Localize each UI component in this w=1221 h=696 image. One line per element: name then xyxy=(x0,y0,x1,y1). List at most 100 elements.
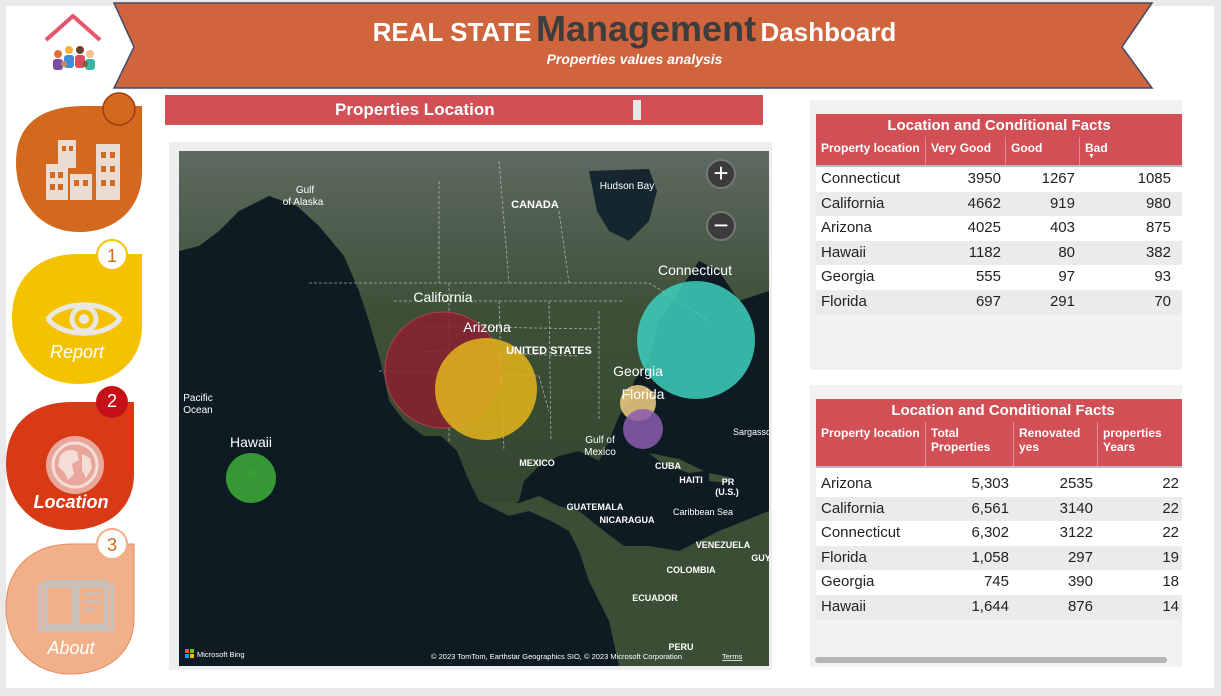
geo-label-ecuador: ECUADOR xyxy=(632,593,678,603)
table-cell: 291 xyxy=(1049,292,1075,310)
map-zoom-out-button[interactable]: − xyxy=(706,211,736,241)
nav-home-button[interactable] xyxy=(14,92,146,234)
properties-map[interactable]: Gulf of Alaska CANADA Hudson Bay UNITED … xyxy=(179,151,769,666)
table-cell: 919 xyxy=(1049,194,1075,212)
table-2-horizontal-scrollbar[interactable] xyxy=(815,657,1167,663)
geo-label-gulf-of-alaska: Gulf xyxy=(296,185,315,196)
nav-report-button[interactable]: 1 Report xyxy=(10,238,144,386)
table-cell: 1182 xyxy=(968,243,1001,261)
table-row[interactable]: Arizona 5,303 2535 22 xyxy=(816,472,1182,497)
bubble-label-connecticut: Connecticut xyxy=(658,262,732,278)
table-cell: 19 xyxy=(1162,548,1179,566)
nav-location-button[interactable]: 2 Location xyxy=(4,384,138,532)
table-cell: 22 xyxy=(1162,524,1179,542)
table-cell: 5,303 xyxy=(971,475,1009,492)
geo-label-hudson-bay: Hudson Bay xyxy=(600,181,654,192)
bubble-label-georgia: Georgia xyxy=(613,363,663,379)
table-cell: 3950 xyxy=(967,170,1001,187)
title-part-real-state: REAL STATE xyxy=(372,17,532,47)
table-2-header: Property location Total Properties Renov… xyxy=(816,422,1182,468)
header-banner: REAL STATE Management Dashboard Properti… xyxy=(112,2,1157,90)
globe-icon xyxy=(46,436,104,494)
table-1-body: Connecticut 3950 1267 1085 California 4662 919… xyxy=(816,167,1182,315)
table-cell: 97 xyxy=(1058,268,1075,286)
buildings-icon xyxy=(46,140,120,200)
geo-label-united-states: UNITED STATES xyxy=(506,345,592,357)
conditional-facts-table-1: Location and Conditional Facts Property … xyxy=(810,100,1182,370)
table-cell: 1267 xyxy=(1041,170,1075,187)
table-1-header-good[interactable]: Good xyxy=(1006,137,1080,165)
table-row[interactable]: Georgia 555 97 93 xyxy=(816,265,1182,290)
conditional-facts-table-2: Location and Conditional Facts Property … xyxy=(810,385,1182,667)
nav-report-badge: 1 xyxy=(96,239,128,271)
bubble-connecticut[interactable] xyxy=(637,281,755,399)
geo-label-cuba: CUBA xyxy=(655,461,681,471)
table-row[interactable]: Connecticut 6,302 3122 22 xyxy=(816,521,1182,546)
table-cell: Arizona xyxy=(821,475,872,492)
table-cell: 1,644 xyxy=(971,597,1009,615)
table-2-title: Location and Conditional Facts xyxy=(816,399,1182,422)
table-2-header-total-properties[interactable]: Total Properties xyxy=(926,422,1014,466)
table-cell: 1,058 xyxy=(971,548,1009,566)
table-cell: 70 xyxy=(1154,292,1171,310)
table-2-header-properties-years[interactable]: properties Years xyxy=(1098,422,1182,466)
table-cell: 22 xyxy=(1162,499,1179,517)
geo-label-caribbean-sea: Caribbean Sea xyxy=(673,507,733,517)
table-cell: 1085 xyxy=(1137,170,1171,187)
svg-text:Mexico: Mexico xyxy=(584,447,616,458)
geo-label-guatemala: GUATEMALA xyxy=(567,502,624,512)
geo-label-pr: PR xyxy=(722,477,735,487)
table-cell: California xyxy=(821,499,885,517)
table-row[interactable]: Hawaii 1182 80 382 xyxy=(816,240,1182,266)
table-cell: Florida xyxy=(821,548,867,566)
nav-about-badge: 3 xyxy=(96,528,128,560)
table-row[interactable]: California 4662 919 980 xyxy=(816,191,1182,217)
table-row[interactable]: Georgia 745 390 18 xyxy=(816,570,1182,595)
table-cell: 555 xyxy=(975,268,1001,286)
table-cell: Hawaii xyxy=(821,243,867,261)
bubble-hawaii[interactable] xyxy=(226,453,276,503)
nav-location-label: Location xyxy=(33,492,109,512)
table-row[interactable]: Florida 1,058 297 19 xyxy=(816,545,1182,571)
table-cell: 403 xyxy=(1049,219,1075,237)
svg-text:of Alaska: of Alaska xyxy=(283,197,324,208)
table-cell: 6,561 xyxy=(971,499,1009,517)
title-part-dashboard: Dashboard xyxy=(760,17,897,47)
table-cell: 745 xyxy=(983,573,1009,591)
table-row[interactable]: Arizona 4025 403 875 xyxy=(816,216,1182,241)
table-row[interactable]: Hawaii 1,644 876 14 xyxy=(816,594,1182,620)
table-cell: 18 xyxy=(1162,573,1179,591)
bubble-florida[interactable] xyxy=(623,409,663,449)
logo-icon xyxy=(40,10,106,76)
table-2-body: Arizona 5,303 2535 22 California 6,561 3140 22 C… xyxy=(816,468,1182,620)
table-cell: Georgia xyxy=(821,573,875,591)
table-cell: 6,302 xyxy=(971,524,1009,542)
table-2-header-renovated-yes[interactable]: Renovated yes xyxy=(1014,422,1098,466)
table-cell: Hawaii xyxy=(821,597,867,615)
map-zoom-in-button[interactable]: + xyxy=(706,159,736,189)
table-1-header-bad[interactable]: Bad ▼ xyxy=(1080,137,1176,165)
geo-label-gulf-of-mexico: Gulf of xyxy=(585,435,615,446)
map-section-title-text: Properties Location xyxy=(335,100,495,119)
nav-report-label: Report xyxy=(49,342,105,362)
geo-label-guy: GUY xyxy=(751,553,769,563)
geo-label-mexico: MEXICO xyxy=(519,458,555,468)
geo-label-colombia: COLOMBIA xyxy=(667,565,716,575)
table-1-header-location[interactable]: Property location xyxy=(816,137,926,165)
svg-text:Ocean: Ocean xyxy=(183,405,212,416)
table-1-header-very-good[interactable]: Very Good xyxy=(926,137,1006,165)
table-2-header-location[interactable]: Property location xyxy=(816,422,926,466)
table-row[interactable]: Connecticut 3950 1267 1085 xyxy=(816,167,1182,192)
dashboard-title: REAL STATE Management Dashboard xyxy=(112,8,1157,50)
table-cell: 980 xyxy=(1145,194,1171,212)
geo-label-haiti: HAITI xyxy=(679,475,703,485)
table-row[interactable]: Florida 697 291 70 xyxy=(816,289,1182,315)
eye-icon xyxy=(46,302,122,336)
nav-about-button[interactable]: 3 About xyxy=(4,528,138,676)
drag-handle[interactable] xyxy=(633,100,641,120)
map-attribution: © 2023 TomTom, Earthstar Geographics SIO… xyxy=(431,652,682,661)
table-cell: 382 xyxy=(1145,243,1171,261)
table-cell: 297 xyxy=(1067,548,1093,566)
map-section-title: Properties Location xyxy=(165,95,763,125)
table-row[interactable]: California 6,561 3140 22 xyxy=(816,496,1182,522)
